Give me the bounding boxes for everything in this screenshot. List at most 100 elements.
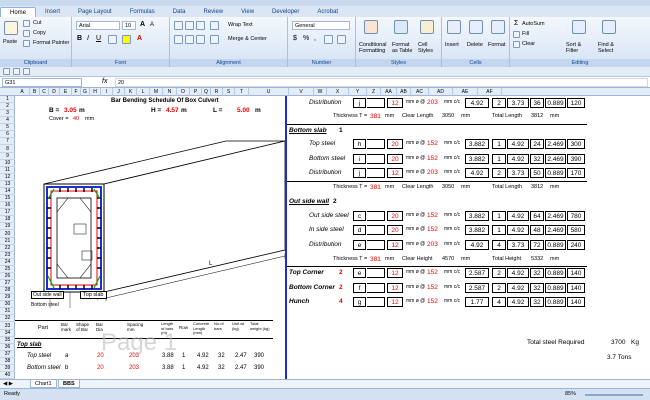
column-header[interactable]: H <box>90 88 101 96</box>
column-header[interactable]: S <box>223 88 235 96</box>
conditional-formatting-button[interactable]: Conditional Formatting <box>359 42 387 54</box>
row-header[interactable]: 35 <box>0 337 15 344</box>
spacing-value[interactable]: 152 <box>427 298 438 305</box>
tab-data[interactable]: Data <box>164 7 195 17</box>
column-header[interactable]: G <box>81 88 90 96</box>
formula-input[interactable]: 20 <box>115 78 648 87</box>
thickness-value[interactable]: 381 <box>370 184 381 191</box>
column-header[interactable]: AD <box>429 88 453 96</box>
decrease-decimal-icon[interactable] <box>337 35 346 44</box>
column-header[interactable]: X <box>327 88 349 96</box>
align-right-icon[interactable] <box>196 35 205 44</box>
tab-formulas[interactable]: Formulas <box>121 7 164 17</box>
row-header[interactable]: 30 <box>0 301 15 309</box>
row-header[interactable]: 1 <box>0 96 15 103</box>
insert-cells-icon[interactable] <box>447 20 461 34</box>
spacing-value[interactable]: 152 <box>427 284 438 291</box>
cell-styles-button[interactable]: Cell Styles <box>418 42 438 54</box>
row-header[interactable]: 19 <box>0 223 15 231</box>
column-header[interactable]: J <box>113 88 125 96</box>
bar-dia[interactable]: 12 <box>387 168 403 178</box>
row-header[interactable]: 24 <box>0 259 15 266</box>
row-header[interactable]: 36 <box>0 344 15 351</box>
align-center-icon[interactable] <box>185 35 194 44</box>
column-header[interactable]: U <box>249 88 289 96</box>
cut-button[interactable]: Cut <box>33 20 42 26</box>
column-header[interactable]: V <box>289 88 314 96</box>
row-header[interactable]: 21 <box>0 238 15 245</box>
bar-dia[interactable]: 20 <box>387 154 403 164</box>
l-value[interactable]: 5.00 <box>237 107 250 114</box>
row-header[interactable]: 8 <box>0 146 15 153</box>
borders-icon[interactable] <box>108 35 117 44</box>
column-header[interactable]: Z <box>367 88 381 96</box>
save-icon[interactable] <box>3 68 10 75</box>
spacing-value[interactable]: 152 <box>427 212 438 219</box>
column-header[interactable]: T <box>235 88 249 96</box>
sheet-tab-bbs[interactable]: BBS <box>58 380 80 388</box>
name-box[interactable]: G31 <box>2 78 82 87</box>
format-cells-icon[interactable] <box>491 20 505 34</box>
tab-view[interactable]: View <box>232 7 263 17</box>
column-header[interactable]: AF <box>478 88 502 96</box>
column-header[interactable]: AA <box>381 88 397 96</box>
format-as-table-button[interactable]: Format as Table <box>392 42 414 54</box>
tab-review[interactable]: Review <box>194 7 232 17</box>
spacing-value[interactable]: 203 <box>427 241 438 248</box>
column-header[interactable]: AE <box>453 88 478 96</box>
delete-cells-icon[interactable] <box>469 20 483 34</box>
row-header[interactable]: 10 <box>0 160 15 167</box>
font-color-icon[interactable]: A <box>137 35 142 42</box>
clear-button[interactable]: Clear <box>522 41 535 47</box>
number-format-select[interactable]: General <box>292 21 350 30</box>
currency-icon[interactable]: $ <box>293 35 297 42</box>
undo-icon[interactable] <box>13 68 20 75</box>
row-header[interactable]: 13 <box>0 181 15 188</box>
row-header[interactable]: 14 <box>0 188 15 196</box>
row-header[interactable]: 29 <box>0 294 15 302</box>
spacing-value[interactable]: 152 <box>427 155 438 162</box>
column-header[interactable]: R <box>211 88 223 96</box>
row-header[interactable]: 4 <box>0 117 15 125</box>
worksheet-grid[interactable]: Bar Bending Schedule Of Box Culvert B = … <box>15 96 650 379</box>
column-header[interactable]: C <box>40 88 49 96</box>
column-header[interactable]: M <box>150 88 163 96</box>
row-header[interactable]: 37 <box>0 351 15 358</box>
row-header[interactable]: 32 <box>0 315 15 323</box>
row-header[interactable]: 27 <box>0 280 15 288</box>
column-header[interactable]: N <box>163 88 177 96</box>
insert-function-icon[interactable]: fx <box>102 78 107 85</box>
bar-dia[interactable]: 20 <box>387 139 403 149</box>
align-top-icon[interactable] <box>174 21 183 30</box>
b-value[interactable]: 3.05 <box>64 107 77 114</box>
align-middle-icon[interactable] <box>185 21 194 30</box>
row-header[interactable]: 34 <box>0 330 15 337</box>
cell-styles-icon[interactable] <box>420 20 434 34</box>
comma-icon[interactable]: , <box>314 35 316 42</box>
insert-button[interactable]: Insert <box>445 42 459 48</box>
column-header[interactable]: Q <box>202 88 211 96</box>
column-header[interactable]: E <box>60 88 72 96</box>
grow-font-icon[interactable]: A <box>140 21 145 28</box>
italic-icon[interactable]: I <box>87 35 89 42</box>
orientation-icon[interactable] <box>210 21 219 30</box>
tab-insert[interactable]: Insert <box>36 7 69 17</box>
redo-icon[interactable] <box>23 68 30 75</box>
column-header[interactable]: Y <box>349 88 367 96</box>
row-header[interactable]: 9 <box>0 153 15 160</box>
row-bottom-steel-spacing[interactable]: 203 <box>129 365 139 371</box>
row-header[interactable]: 18 <box>0 216 15 224</box>
spacing-value[interactable]: 152 <box>427 269 438 276</box>
row-header[interactable]: 15 <box>0 195 15 203</box>
autosum-icon[interactable]: Σ <box>514 20 518 27</box>
row-header[interactable]: 31 <box>0 308 15 316</box>
sort-filter-button[interactable]: Sort & Filter <box>566 42 592 54</box>
bold-icon[interactable]: B <box>77 35 82 42</box>
cover-value[interactable]: 40 <box>73 116 79 122</box>
h-value[interactable]: 4.57 <box>166 107 179 114</box>
paste-button[interactable]: Paste <box>3 39 17 45</box>
row-header[interactable]: 33 <box>0 323 15 330</box>
row-header[interactable]: 7 <box>0 138 15 146</box>
column-header[interactable]: K <box>125 88 137 96</box>
spacing-value[interactable]: 152 <box>427 140 438 147</box>
